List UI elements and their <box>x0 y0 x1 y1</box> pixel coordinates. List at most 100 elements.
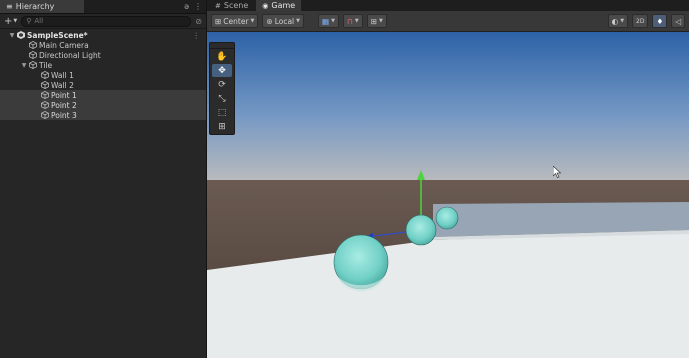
move-tool-icon: ✥ <box>218 65 226 76</box>
expand-arrow-icon[interactable]: ▼ <box>8 32 16 39</box>
hierarchy-toolbar: + ▼ ⚲ ⊘ <box>0 14 206 29</box>
rotate-tool-icon: ⟳ <box>218 79 226 90</box>
2d-toggle-button[interactable]: 2D <box>632 14 649 28</box>
hierarchy-item-label: SampleScene* <box>27 30 88 40</box>
plus-icon: + <box>4 15 13 27</box>
chevron-down-icon: ▼ <box>378 18 383 24</box>
hierarchy-item-label: Point 1 <box>51 90 77 100</box>
hierarchy-item-label: Point 3 <box>51 110 77 120</box>
unity-scene-icon <box>16 31 25 39</box>
hierarchy-tree: ▼ SampleScene* ⋮ Main Camera Directional Lig… <box>0 29 206 120</box>
hierarchy-row[interactable]: Point 1 <box>0 90 206 100</box>
pivot-icon: ⊞ <box>215 16 222 26</box>
scale-tool-button[interactable]: ⤡ <box>212 92 232 105</box>
grid-icon: ▦ <box>322 16 330 26</box>
hierarchy-tab-label: Hierarchy <box>15 2 55 11</box>
chevron-down-icon: ▼ <box>620 18 625 24</box>
tab-label: Scene <box>223 1 249 10</box>
hierarchy-item-label: Wall 1 <box>51 70 74 80</box>
chevron-down-icon: ▼ <box>13 18 18 24</box>
gameobject-icon <box>40 81 49 89</box>
move-tool-button[interactable]: ✥ <box>212 64 232 77</box>
tool-palette-grip[interactable] <box>210 43 234 49</box>
scene-viewport[interactable]: ✋ ✥ ⟳ ⤡ ⬚ ⊞ <box>207 32 689 358</box>
space-toggle-button[interactable]: ⊛ Local ▼ <box>262 14 305 28</box>
tool-palette: ✋ ✥ ⟳ ⤡ ⬚ ⊞ <box>209 42 235 135</box>
tab-hierarchy[interactable]: ≡ Hierarchy <box>0 0 84 13</box>
hierarchy-search[interactable]: ⚲ <box>21 15 192 27</box>
tab-scene[interactable]: # Scene <box>209 0 254 11</box>
scale-tool-icon: ⤡ <box>218 93 226 104</box>
filter-icon[interactable]: ⊘ <box>195 17 202 26</box>
scene-render[interactable] <box>207 32 689 358</box>
tab-game[interactable]: ◉ Game <box>256 0 302 11</box>
local-space-icon: ⊛ <box>266 16 273 26</box>
scene-menu-icon[interactable]: ⋮ <box>193 31 201 40</box>
scene-panel: # Scene ◉ Game ⊞ Center ▼ ⊛ Local ▼ ▦ ▼ ⊓ ▼… <box>207 0 689 358</box>
space-label: Local <box>274 16 295 26</box>
gameobject-icon <box>28 51 37 59</box>
transform-tool-button[interactable]: ⊞ <box>212 120 232 133</box>
gameobject-icon <box>40 71 49 79</box>
gameobject-icon <box>40 101 49 109</box>
hierarchy-row[interactable]: Directional Light <box>0 50 206 60</box>
lighting-toggle-button[interactable]: ♦ <box>652 14 668 28</box>
lock-icon[interactable]: ə <box>184 2 189 11</box>
transform-tool-icon: ⊞ <box>218 121 226 132</box>
lightbulb-icon: ♦ <box>656 16 664 26</box>
audio-toggle-button[interactable]: ◁ <box>671 14 685 28</box>
draw-mode-button[interactable]: ◐ ▼ <box>607 14 629 28</box>
hierarchy-row[interactable]: Wall 1 <box>0 70 206 80</box>
scene-toolbar: ⊞ Center ▼ ⊛ Local ▼ ▦ ▼ ⊓ ▼ ⊞ ▼ ◐ ▼ 2D <box>207 11 689 32</box>
hierarchy-item-label: Wall 2 <box>51 80 74 90</box>
sphere-point-3[interactable] <box>435 206 459 230</box>
hierarchy-item-label: Point 2 <box>51 100 77 110</box>
expand-arrow-icon[interactable]: ▼ <box>20 62 28 69</box>
more-menu-icon[interactable]: ⋮ <box>194 2 202 11</box>
magnet-icon: ⊓ <box>346 16 353 26</box>
gameobject-icon <box>40 111 49 119</box>
gamepad-icon: ◉ <box>262 1 269 10</box>
hierarchy-row[interactable]: Wall 2 <box>0 80 206 90</box>
chevron-down-icon: ▼ <box>296 18 301 24</box>
hierarchy-item-label: Directional Light <box>39 50 101 60</box>
sky <box>207 32 689 180</box>
hierarchy-panel: ≡ Hierarchy ə ⋮ + ▼ ⚲ ⊘ ▼ SampleScene* ⋮ Ma… <box>0 0 207 358</box>
hand-tool-button[interactable]: ✋ <box>212 50 232 63</box>
incremental-snap-button[interactable]: ⊞ ▼ <box>366 14 387 28</box>
tab-label: Game <box>271 1 296 10</box>
chevron-down-icon: ▼ <box>354 18 359 24</box>
pivot-toggle-button[interactable]: ⊞ Center ▼ <box>211 14 259 28</box>
hierarchy-row[interactable]: ▼ Tile <box>0 60 206 70</box>
sphere-shading-icon: ◐ <box>611 16 619 26</box>
view-tabs: # Scene ◉ Game <box>207 0 689 11</box>
search-input[interactable] <box>34 17 175 25</box>
chevron-down-icon: ▼ <box>331 18 335 24</box>
hierarchy-row[interactable]: Point 2 <box>0 100 206 110</box>
rect-tool-icon: ⬚ <box>217 107 227 118</box>
gameobject-icon <box>28 61 37 69</box>
hierarchy-tab-actions: ə ⋮ <box>184 2 202 11</box>
sphere-point-2[interactable] <box>405 214 437 246</box>
grid-icon: # <box>215 1 221 10</box>
hierarchy-row[interactable]: Main Camera <box>0 40 206 50</box>
grid-snap-button[interactable]: ▦ ▼ <box>318 14 339 28</box>
create-button[interactable]: + ▼ <box>4 16 17 27</box>
rect-tool-button[interactable]: ⬚ <box>212 106 232 119</box>
speaker-icon: ◁ <box>675 16 681 26</box>
snap-increment-button[interactable]: ⊓ ▼ <box>342 14 363 28</box>
mouse-cursor-icon <box>553 166 561 178</box>
chevron-down-icon: ▼ <box>250 18 255 24</box>
hierarchy-tabbar: ≡ Hierarchy ə ⋮ <box>0 0 206 14</box>
pivot-label: Center <box>223 16 249 26</box>
search-icon: ⚲ <box>26 17 32 25</box>
rotate-tool-button[interactable]: ⟳ <box>212 78 232 91</box>
gameobject-icon <box>28 41 37 49</box>
hierarchy-row[interactable]: ▼ SampleScene* ⋮ <box>0 30 206 40</box>
gameobject-icon <box>40 91 49 99</box>
2d-icon: 2D <box>636 17 645 25</box>
hierarchy-row[interactable]: Point 3 <box>0 110 206 120</box>
list-icon: ≡ <box>6 2 13 11</box>
snap-icon: ⊞ <box>370 16 377 26</box>
hierarchy-item-label: Main Camera <box>39 40 89 50</box>
